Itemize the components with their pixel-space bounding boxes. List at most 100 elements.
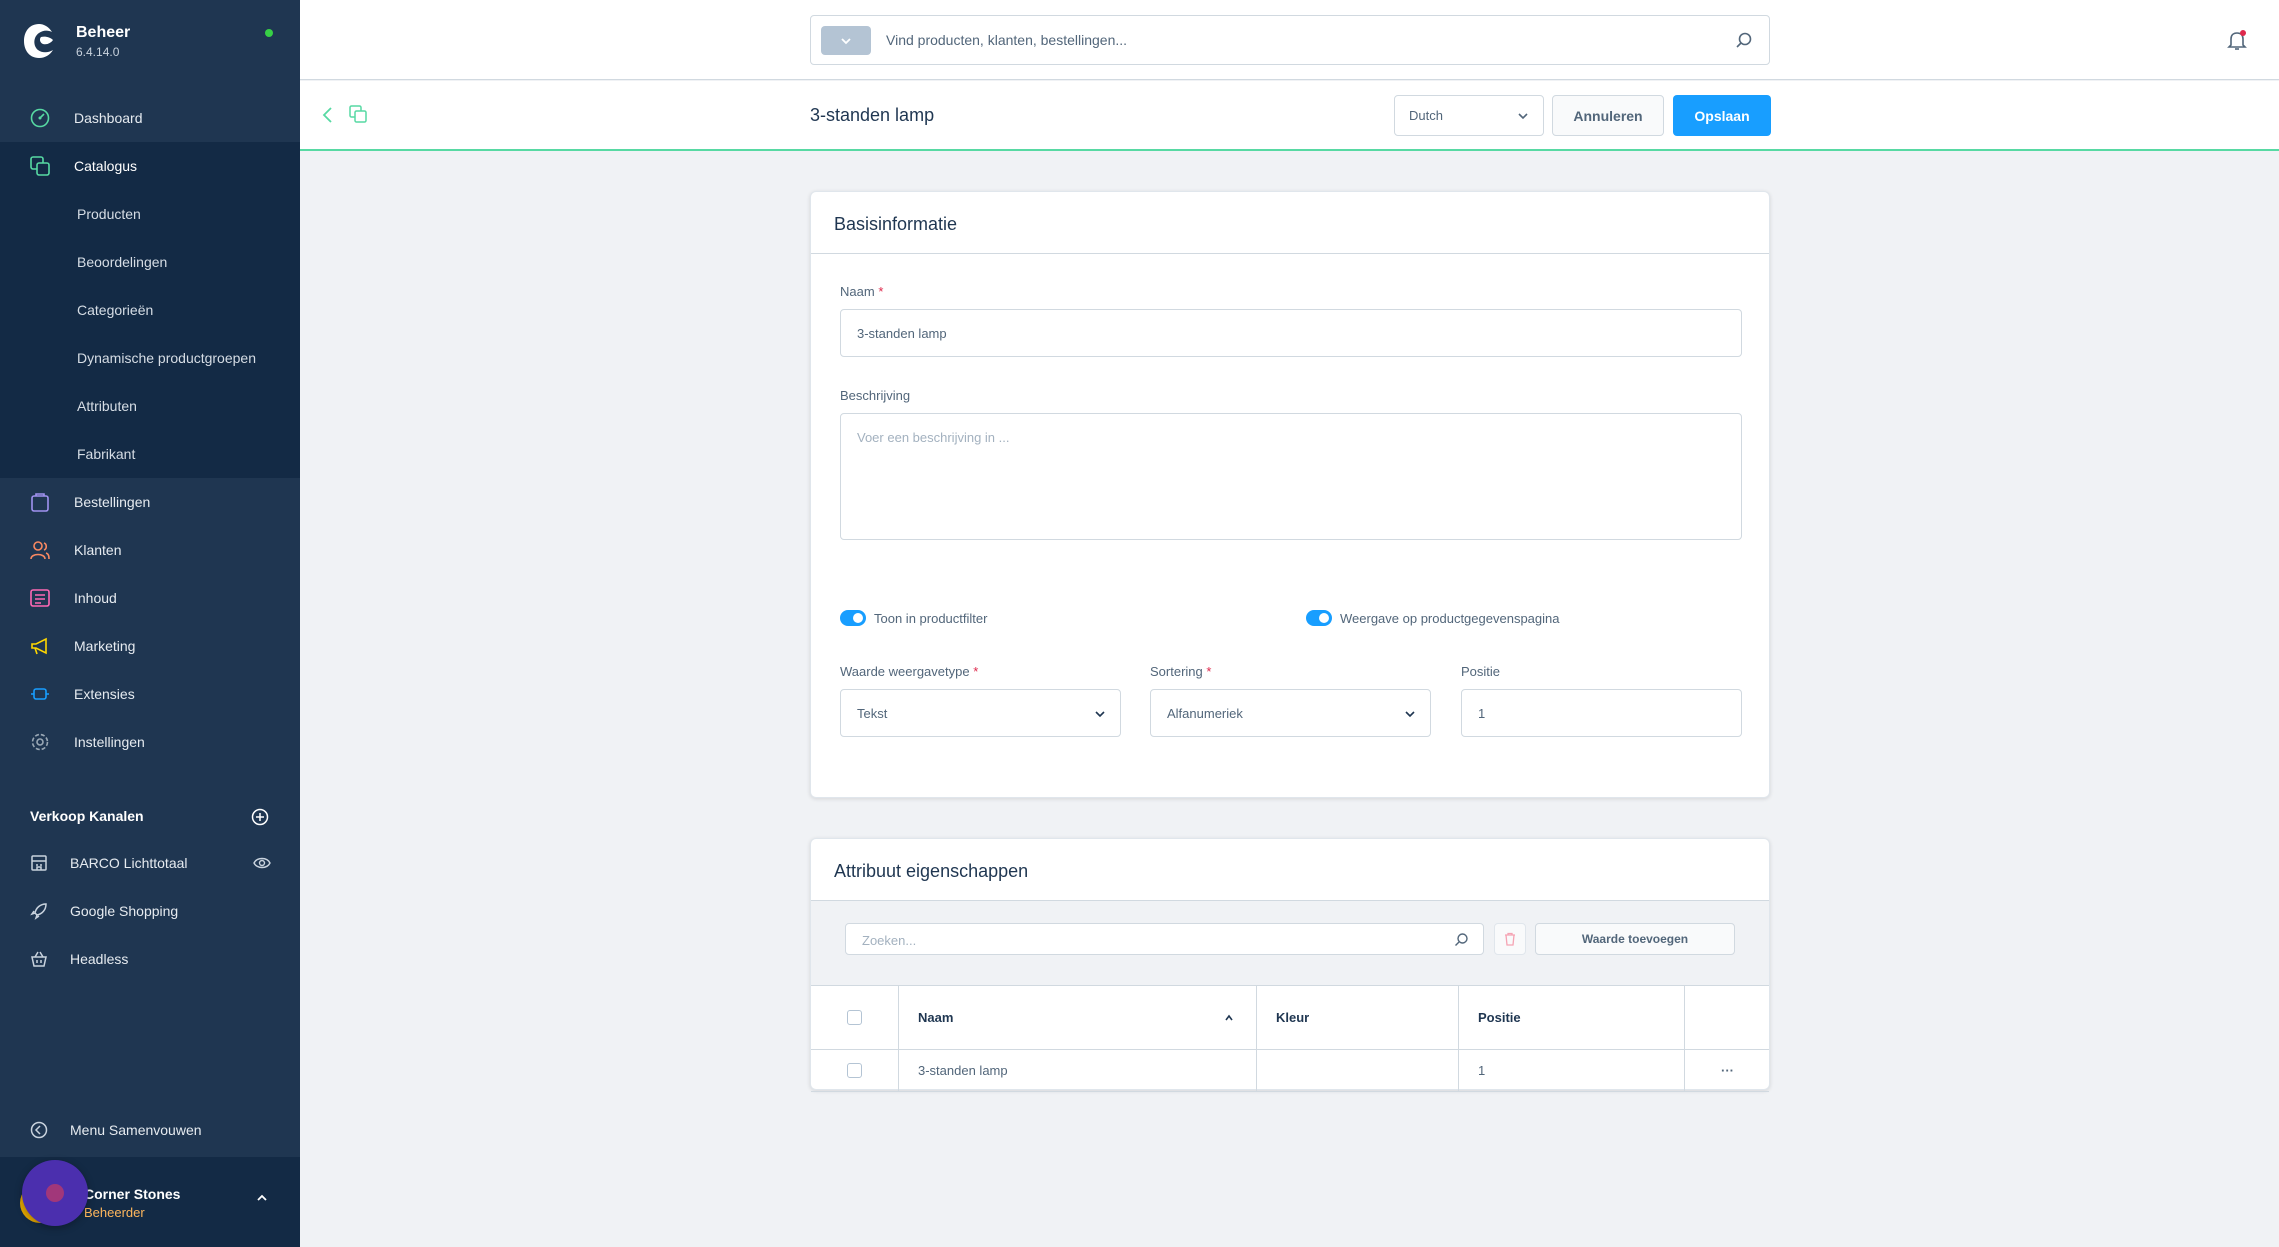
- nav-item-customers[interactable]: Klanten: [0, 526, 300, 574]
- column-color[interactable]: Kleur: [1257, 986, 1459, 1049]
- row-checkbox[interactable]: [847, 1063, 862, 1078]
- name-label-text: Naam: [840, 284, 875, 299]
- sales-channel-list: BARCO Lichttotaal Google Shopping Headle…: [0, 839, 300, 983]
- marketing-icon: [29, 635, 51, 657]
- add-sales-channel-icon[interactable]: [251, 808, 269, 826]
- eye-icon[interactable]: [253, 854, 271, 872]
- orders-icon: [29, 491, 51, 513]
- column-actions: [1685, 986, 1769, 1049]
- brand-title: Beheer: [76, 23, 131, 41]
- sort-ascending-icon: [1225, 1014, 1233, 1021]
- nav-item-extensions[interactable]: Extensies: [0, 670, 300, 718]
- product-detail-label: Weergave op productgegevenspagina: [1340, 611, 1560, 626]
- storefront-icon: [29, 853, 49, 873]
- position-field[interactable]: 1: [1461, 689, 1742, 737]
- display-type-select[interactable]: Tekst: [840, 689, 1121, 737]
- add-value-button[interactable]: Waarde toevoegen: [1535, 923, 1735, 955]
- sales-channel-google-shopping[interactable]: Google Shopping: [0, 887, 300, 935]
- nav-item-settings[interactable]: Instellingen: [0, 718, 300, 766]
- table-row: 3-standen lamp 1 ···: [811, 1050, 1769, 1092]
- sales-channel-barco[interactable]: BARCO Lichttotaal: [0, 839, 300, 887]
- sales-channel-label: Headless: [70, 951, 129, 967]
- copy-icon[interactable]: [349, 105, 367, 123]
- nav-item-orders[interactable]: Bestellingen: [0, 478, 300, 526]
- description-label: Beschrijving: [840, 388, 911, 403]
- row-select-cell: [811, 1050, 899, 1091]
- display-type-value: Tekst: [857, 706, 888, 721]
- nav-label-catalog: Catalogus: [74, 158, 138, 174]
- nav-item-catalog[interactable]: Catalogus: [0, 142, 300, 190]
- global-search[interactable]: Vind producten, klanten, bestellingen...: [810, 15, 1770, 65]
- chat-bubble-button[interactable]: [22, 1160, 88, 1226]
- trash-icon: [1505, 932, 1515, 946]
- required-marker: *: [878, 284, 884, 299]
- select-all-cell: [811, 986, 899, 1049]
- nav-label-extensions: Extensies: [74, 686, 135, 702]
- language-select[interactable]: Dutch: [1394, 95, 1544, 136]
- sub-item-dynamic-product-groups[interactable]: Dynamische productgroepen: [0, 334, 300, 382]
- sorting-label: Sortering *: [1150, 664, 1211, 679]
- options-search-placeholder: Zoeken...: [862, 933, 917, 948]
- user-role: Beheerder: [84, 1205, 145, 1220]
- basic-info-card: Basisinformatie Naam * 3-standen lamp Be…: [810, 191, 1770, 798]
- top-bar: Vind producten, klanten, bestellingen...: [300, 0, 2279, 80]
- collapse-arrow-icon: [30, 1121, 48, 1139]
- nav-item-dashboard[interactable]: Dashboard: [0, 94, 300, 142]
- sub-item-categories[interactable]: Categorieën: [0, 286, 300, 334]
- options-search-input[interactable]: Zoeken...: [845, 923, 1484, 955]
- sorting-select[interactable]: Alfanumeriek: [1150, 689, 1431, 737]
- nav-label-content: Inhoud: [74, 590, 117, 606]
- options-table: Naam Kleur Positie 3-standen lamp 1 ···: [811, 986, 1769, 1092]
- collapse-menu-button[interactable]: Menu Samenvouwen: [29, 1120, 202, 1140]
- sub-item-manufacturer[interactable]: Fabrikant: [0, 430, 300, 478]
- description-field[interactable]: Voer een beschrijving in ...: [840, 413, 1742, 540]
- sales-channel-label: BARCO Lichttotaal: [70, 855, 188, 871]
- display-type-label: Waarde weergavetype *: [840, 664, 978, 679]
- column-position[interactable]: Positie: [1459, 986, 1685, 1049]
- notification-bell-icon[interactable]: [2225, 28, 2249, 52]
- card-title: Basisinformatie: [811, 192, 1769, 254]
- column-name[interactable]: Naam: [899, 986, 1257, 1049]
- page-title: 3-standen lamp: [810, 105, 935, 125]
- card-title: Attribuut eigenschappen: [811, 839, 1769, 901]
- cancel-button[interactable]: Annuleren: [1552, 95, 1664, 136]
- action-bar: 3-standen lamp Dutch Annuleren Opslaan: [300, 81, 2279, 151]
- nav-label-dashboard: Dashboard: [74, 110, 143, 126]
- rocket-icon: [29, 901, 49, 921]
- product-detail-toggle[interactable]: [1306, 610, 1332, 626]
- brand-version: 6.4.14.0: [76, 44, 120, 59]
- basket-icon: [29, 949, 49, 969]
- position-label: Positie: [1461, 664, 1501, 679]
- sales-channel-headless[interactable]: Headless: [0, 935, 300, 983]
- catalog-icon: [29, 155, 51, 177]
- cell-name[interactable]: 3-standen lamp: [899, 1050, 1257, 1091]
- select-all-checkbox[interactable]: [847, 1010, 862, 1025]
- sub-item-attributes[interactable]: Attributen: [0, 382, 300, 430]
- nav-label-orders: Bestellingen: [74, 494, 151, 510]
- search-icon: [1455, 933, 1468, 946]
- chevron-down-icon: [1405, 711, 1415, 718]
- name-field[interactable]: 3-standen lamp: [840, 309, 1742, 357]
- back-arrow-icon[interactable]: [320, 105, 336, 125]
- product-filter-label: Toon in productfilter: [874, 611, 988, 626]
- nav-item-marketing[interactable]: Marketing: [0, 622, 300, 670]
- required-marker: *: [1206, 664, 1212, 679]
- nav-item-content[interactable]: Inhoud: [0, 574, 300, 622]
- customers-icon: [29, 539, 51, 561]
- product-filter-toggle[interactable]: [840, 610, 866, 626]
- delete-button[interactable]: [1494, 923, 1526, 955]
- online-status-dot: [265, 29, 273, 37]
- search-input[interactable]: Vind producten, klanten, bestellingen...: [886, 32, 1127, 48]
- sub-item-products[interactable]: Producten: [0, 190, 300, 238]
- save-button[interactable]: Opslaan: [1673, 95, 1771, 136]
- chevron-down-icon: [1095, 711, 1105, 718]
- search-type-select[interactable]: [821, 26, 871, 55]
- search-icon[interactable]: [1735, 31, 1753, 49]
- user-name: Corner Stones: [84, 1186, 181, 1202]
- sub-item-reviews[interactable]: Beoordelingen: [0, 238, 300, 286]
- grid-toolbar: Zoeken... Waarde toevoegen: [811, 901, 1769, 986]
- row-actions-button[interactable]: ···: [1685, 1050, 1769, 1091]
- chevron-up-icon[interactable]: [255, 1191, 269, 1205]
- language-value: Dutch: [1409, 108, 1443, 123]
- brand: Beheer 6.4.14.0: [22, 22, 130, 60]
